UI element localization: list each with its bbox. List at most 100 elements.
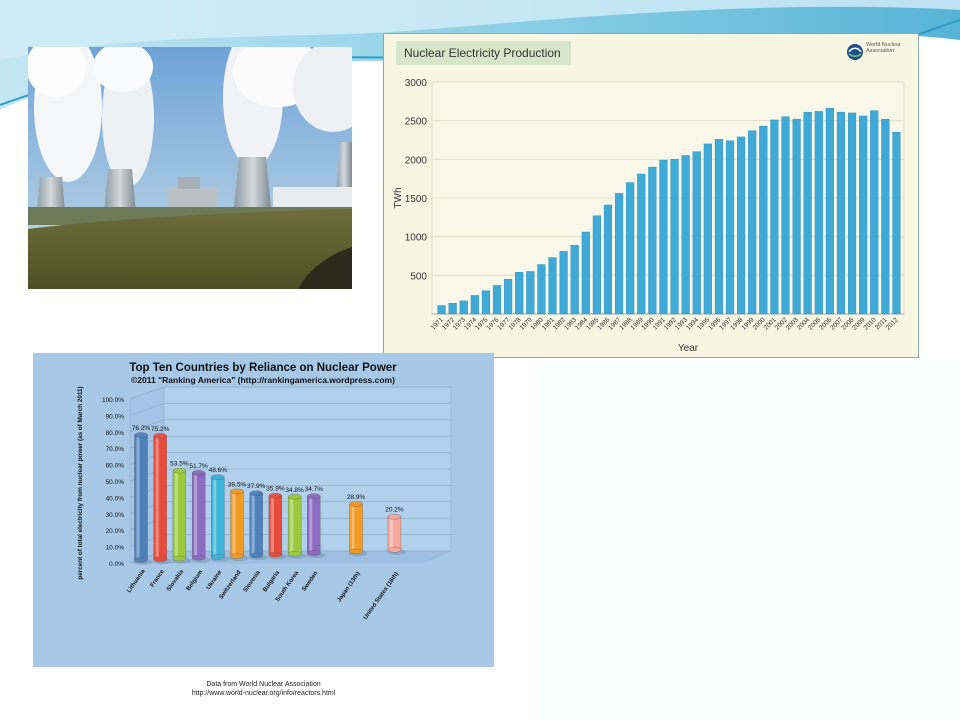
x-tick-label: Lithuania — [126, 568, 147, 594]
bar-cap — [153, 433, 167, 439]
bar-2011 — [881, 118, 890, 315]
data-label: 39.5% — [228, 481, 247, 488]
y-tick-label: 2500 — [405, 117, 428, 128]
y-tick-label: 2000 — [405, 155, 428, 166]
y-tick-label: 30.0% — [106, 512, 125, 519]
bar-1974 — [470, 295, 479, 315]
bar-France — [153, 435, 167, 560]
bar-1989 — [637, 173, 646, 315]
y-tick-label: 60.0% — [106, 463, 125, 470]
x-tick-label: Sweden — [302, 570, 320, 592]
wna-globe-icon — [847, 44, 863, 60]
bar-United States (16th) — [387, 516, 402, 551]
bar-highlight — [155, 437, 159, 558]
y-tick-label: 10.0% — [106, 545, 125, 552]
bar-2010 — [870, 110, 879, 315]
x-tick-label: Slovenia — [243, 569, 262, 593]
bar-highlight — [174, 472, 178, 557]
y-tick-label: 1000 — [405, 233, 428, 244]
bar-1988 — [626, 182, 635, 315]
bar-1978 — [515, 272, 524, 315]
bar-1979 — [526, 271, 535, 315]
bar-1999 — [748, 130, 757, 315]
bar-1996 — [714, 139, 724, 315]
bar-2000 — [759, 125, 768, 315]
bar-highlight — [213, 479, 217, 555]
bar-1973 — [459, 300, 468, 315]
bar-highlight — [194, 474, 198, 556]
x-tick-label: United States (16th) — [363, 571, 400, 621]
bar-Sweden — [307, 496, 321, 554]
bar-1990 — [648, 166, 657, 315]
bar-1972 — [448, 302, 457, 315]
data-label: 75.2% — [151, 426, 170, 433]
data-label: 51.7% — [189, 463, 208, 470]
bar-1993 — [681, 155, 690, 315]
data-label: 28.9% — [347, 494, 366, 501]
bar-2005 — [814, 111, 823, 315]
bar-cap — [249, 490, 263, 496]
bar-1997 — [725, 140, 735, 315]
bar-base — [211, 554, 225, 560]
bar-cap — [172, 468, 187, 474]
y-tick-label: 500 — [410, 271, 427, 282]
data-label: 76.2% — [132, 425, 151, 432]
bar-2002 — [781, 116, 790, 315]
bar-Ukraine — [211, 477, 225, 558]
y-axis-label: TWh — [393, 187, 404, 208]
bar-base — [307, 550, 321, 556]
bar-2007 — [836, 111, 846, 315]
bar-2003 — [792, 118, 801, 315]
bar-Belgium — [191, 472, 206, 558]
bar-1980 — [537, 264, 546, 315]
x-tick-label: France — [150, 568, 167, 588]
y-tick-label: 1500 — [405, 194, 428, 205]
chart-subtitle: ©2011 "Ranking America" (http://rankinga… — [131, 375, 395, 385]
x-tick-label: Belgium — [186, 569, 204, 592]
bar-Slovakia — [172, 470, 187, 559]
bar-highlight — [389, 518, 393, 548]
source-note: Data from World Nuclear Association http… — [33, 680, 494, 698]
bar-Bulgaria — [268, 495, 283, 555]
y-axis-label: percent of total electricity from nuclea… — [77, 386, 84, 579]
y-tick-label: 70.0% — [106, 446, 125, 453]
bar-1971 — [437, 305, 446, 315]
y-tick-label: 100.0% — [102, 397, 124, 404]
bar-1982 — [559, 251, 568, 315]
data-label: 34.7% — [305, 486, 324, 493]
y-tick-label: 90.0% — [106, 413, 125, 420]
bar-cap — [349, 501, 363, 507]
bar-South Korea — [287, 496, 302, 555]
data-label: 37.9% — [247, 483, 266, 490]
bar-1992 — [670, 159, 679, 315]
bar-cap — [230, 488, 244, 495]
source-line-2: http://www.world-nuclear.org/info/reacto… — [191, 690, 336, 697]
wna-logo: World Nuclear Association — [846, 41, 906, 67]
bar-1995 — [703, 143, 712, 315]
bar-1987 — [614, 193, 624, 315]
bar-cap — [191, 470, 206, 476]
y-tick-label: 40.0% — [106, 495, 125, 502]
nuclear-production-chart: 500 1000 1500 2000 2500 3000 1971 1972 1973 1974 1… — [383, 33, 919, 358]
x-tick-label: Bulgaria — [262, 570, 281, 594]
bar-2001 — [770, 119, 779, 315]
bar-2006 — [825, 108, 834, 315]
x-tick-label: Slovakia — [166, 569, 185, 593]
data-label: 34.8% — [285, 487, 304, 494]
data-label: 53.5% — [170, 461, 189, 468]
bar-base — [172, 555, 187, 562]
bar-Switzerland — [230, 491, 244, 557]
y-tick-label: 3000 — [405, 78, 428, 89]
bar-2009 — [859, 115, 868, 315]
reliance-chart: Top Ten Countries by Reliance on Nuclear… — [33, 353, 494, 667]
data-label: 20.2% — [385, 507, 404, 514]
bar-2012 — [892, 132, 901, 315]
bar-1991 — [659, 159, 668, 315]
y-tick-label: 0.0% — [109, 561, 124, 568]
x-axis-label: Year — [678, 343, 699, 354]
bar-base — [249, 552, 263, 559]
x-tick-label: Japan (13th) — [336, 571, 361, 603]
bar-Slovenia — [249, 493, 263, 556]
bar-1998 — [737, 136, 746, 315]
bar-base — [287, 551, 302, 557]
